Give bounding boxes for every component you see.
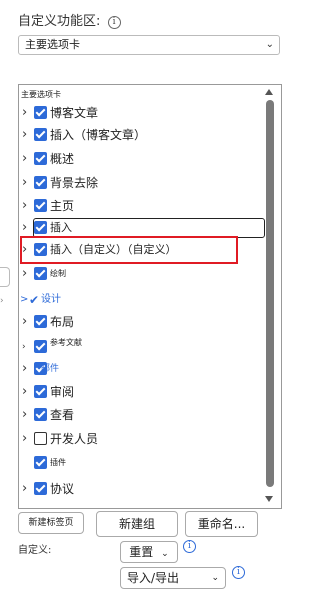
tab-checkbox[interactable] <box>34 315 47 328</box>
expand-arrow-icon[interactable]: › <box>22 104 27 122</box>
scroll-up-icon[interactable] <box>265 89 273 95</box>
import-export-label: 导入/导出 <box>127 571 180 585</box>
list-item-label: 背景去除 <box>50 176 99 190</box>
expand-arrow-icon[interactable]: › <box>22 430 27 448</box>
scroll-down-icon[interactable] <box>265 496 273 502</box>
import-export-button[interactable]: 导入/导出 ⌄ <box>120 567 226 589</box>
list-item-label: 插入 <box>50 221 72 234</box>
list-item[interactable]: › 主页 <box>19 196 263 216</box>
list-item-label: 主页 <box>50 199 75 213</box>
info-icon[interactable]: i <box>183 540 196 553</box>
expand-arrow-icon[interactable]: › <box>22 150 27 168</box>
expand-arrow-icon[interactable]: › <box>22 265 27 283</box>
tab-checkbox[interactable] <box>34 456 47 469</box>
list-item-label: 绘制 <box>50 269 66 278</box>
list-item-label: 博客文章 <box>50 106 99 120</box>
expand-arrow-icon[interactable]: › <box>22 313 27 331</box>
tab-checkbox[interactable] <box>34 267 47 280</box>
heading-text: 自定义功能区: <box>18 14 101 29</box>
scrollbar[interactable] <box>265 85 278 508</box>
expand-arrow-icon[interactable]: › <box>22 174 27 192</box>
tab-checkbox[interactable] <box>34 199 47 212</box>
list-item-label: 插件 <box>50 458 66 467</box>
tab-checkbox[interactable] <box>34 128 47 141</box>
list-item-label: 插入（博客文章） <box>50 128 147 142</box>
list-item[interactable]: › 背景去除 <box>19 173 263 193</box>
reset-label: 重置 <box>129 545 154 559</box>
list-item-label: 查看 <box>50 408 75 422</box>
list-item[interactable]: › 概述 <box>19 149 263 169</box>
list-item-label: 协议 <box>50 482 75 496</box>
list-item-label: 设计 <box>41 294 61 305</box>
list-item-label: 概述 <box>50 152 75 166</box>
tab-checkbox[interactable] <box>34 152 47 165</box>
expand-arrow-icon[interactable]: › <box>22 360 27 378</box>
list-item[interactable]: › 开发人员 <box>19 429 263 449</box>
chevron-right-icon: › <box>0 296 4 306</box>
tab-checkbox[interactable] <box>34 221 47 234</box>
tab-checkbox[interactable] <box>34 408 47 421</box>
tabs-dropdown[interactable]: 主要选项卡 ⌄ <box>18 35 280 55</box>
list-item[interactable]: › 协议 <box>19 479 263 499</box>
list-item-label: 开发人员 <box>50 432 99 446</box>
expand-arrow-icon[interactable]: › <box>22 338 26 356</box>
list-item[interactable]: › 审阅 <box>19 382 263 402</box>
info-icon[interactable]: i <box>107 16 121 29</box>
expand-arrow-icon[interactable]: › <box>22 383 27 401</box>
chevron-down-icon: ⌄ <box>265 39 274 50</box>
list-item[interactable]: 插件 <box>19 453 263 473</box>
list-item-label: 布局 <box>50 315 75 329</box>
list-item-selected[interactable]: › 插入 <box>19 218 265 238</box>
scrollbar-thumb[interactable] <box>266 100 274 487</box>
rename-button[interactable]: 重命名... <box>185 511 258 537</box>
chevron-down-icon: ⌄ <box>211 573 219 583</box>
expand-arrow-icon[interactable]: › <box>22 126 27 144</box>
tab-checkbox[interactable] <box>34 482 47 495</box>
expand-arrow-icon[interactable]: › <box>22 197 27 215</box>
list-item[interactable]: › 查看 <box>19 405 263 425</box>
tab-checkbox[interactable] <box>34 176 47 189</box>
list-header: 主要选项卡 <box>21 90 61 99</box>
list-item[interactable]: › 插入（博客文章） <box>19 125 263 145</box>
list-item[interactable]: › 博客文章 <box>19 103 263 123</box>
customize-ribbon-heading: 自定义功能区: i <box>18 10 121 29</box>
new-tab-button[interactable]: 新建标签页 <box>18 512 84 534</box>
tab-checkbox[interactable] <box>34 106 47 119</box>
tab-checkbox[interactable] <box>34 340 47 353</box>
list-item-label: 邮件 <box>41 364 60 374</box>
check-icon[interactable]: ✔ <box>29 290 39 310</box>
tab-checkbox[interactable] <box>34 432 47 445</box>
expand-arrow-icon[interactable]: › <box>22 406 27 424</box>
highlight-box <box>20 236 238 264</box>
left-panel-edge <box>0 267 10 287</box>
tab-checkbox[interactable] <box>34 385 47 398</box>
list-item[interactable]: › 布局 <box>19 312 263 332</box>
expand-arrow-icon[interactable]: › <box>22 219 27 237</box>
list-item-label: 审阅 <box>50 385 75 399</box>
customize-label: 自定义: <box>18 545 52 556</box>
list-item[interactable]: > ✔ 设计 <box>19 290 263 310</box>
expand-arrow-icon[interactable]: › <box>22 480 27 498</box>
list-item[interactable]: › 邮件 <box>19 359 263 379</box>
reset-button[interactable]: 重置 ⌄ <box>120 541 178 563</box>
info-icon[interactable]: i <box>232 566 245 579</box>
list-item[interactable]: › 参考文献 <box>19 337 263 357</box>
chevron-down-icon: ⌄ <box>161 549 169 559</box>
ribbon-tabs-list[interactable]: 主要选项卡 › 博客文章 › 插入（博客文章） › 概述 › 背景去除 › 主页… <box>18 84 282 509</box>
list-item[interactable]: › 绘制 <box>19 264 263 284</box>
list-item-label: 参考文献 <box>50 338 82 347</box>
tabs-dropdown-value: 主要选项卡 <box>25 38 80 51</box>
new-group-button[interactable]: 新建组 <box>96 511 178 537</box>
expand-arrow-icon[interactable]: > <box>20 291 28 309</box>
